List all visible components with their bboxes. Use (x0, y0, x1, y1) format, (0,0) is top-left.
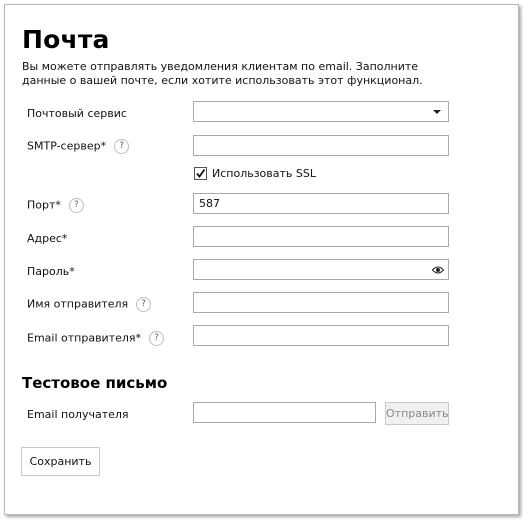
use-ssl-checkbox-row[interactable]: Использовать SSL (194, 167, 316, 180)
smtp-server-input[interactable] (193, 135, 449, 156)
port-input[interactable]: 587 (193, 193, 449, 214)
chevron-down-icon (433, 110, 441, 114)
mail-service-select[interactable] (193, 101, 449, 122)
page-title: Почта (22, 25, 110, 54)
question-icon[interactable]: ? (149, 331, 165, 346)
mail-service-label: Почтовый сервис (27, 107, 127, 120)
send-test-button[interactable]: Отправить (385, 402, 449, 425)
sender-email-label: Email отправителя*? (27, 331, 165, 346)
test-email-title: Тестовое письмо (22, 374, 168, 392)
sender-name-input[interactable] (193, 292, 449, 313)
password-label: Пароль* (27, 265, 75, 278)
page-description: Вы можете отправлять уведомления клиента… (22, 60, 423, 87)
address-input[interactable] (193, 226, 449, 247)
recipient-email-label: Email получателя (27, 408, 129, 421)
address-label: Адрес* (27, 232, 68, 245)
question-icon[interactable]: ? (136, 297, 152, 312)
use-ssl-checkbox[interactable] (194, 167, 207, 180)
sender-email-input[interactable] (193, 325, 449, 346)
recipient-email-input[interactable] (193, 402, 376, 423)
use-ssl-label: Использовать SSL (212, 167, 316, 180)
eye-icon[interactable] (432, 265, 444, 275)
password-input[interactable] (193, 259, 449, 280)
smtp-server-label: SMTP-сервер*? (27, 139, 130, 154)
checkmark-icon (196, 168, 206, 178)
port-label: Порт*? (27, 198, 84, 213)
save-button[interactable]: Сохранить (21, 447, 100, 476)
mail-settings-panel: Почта Вы можете отправлять уведомления к… (4, 4, 519, 515)
question-icon[interactable]: ? (68, 198, 84, 213)
sender-name-label: Имя отправителя? (27, 297, 152, 312)
question-icon[interactable]: ? (114, 139, 130, 154)
